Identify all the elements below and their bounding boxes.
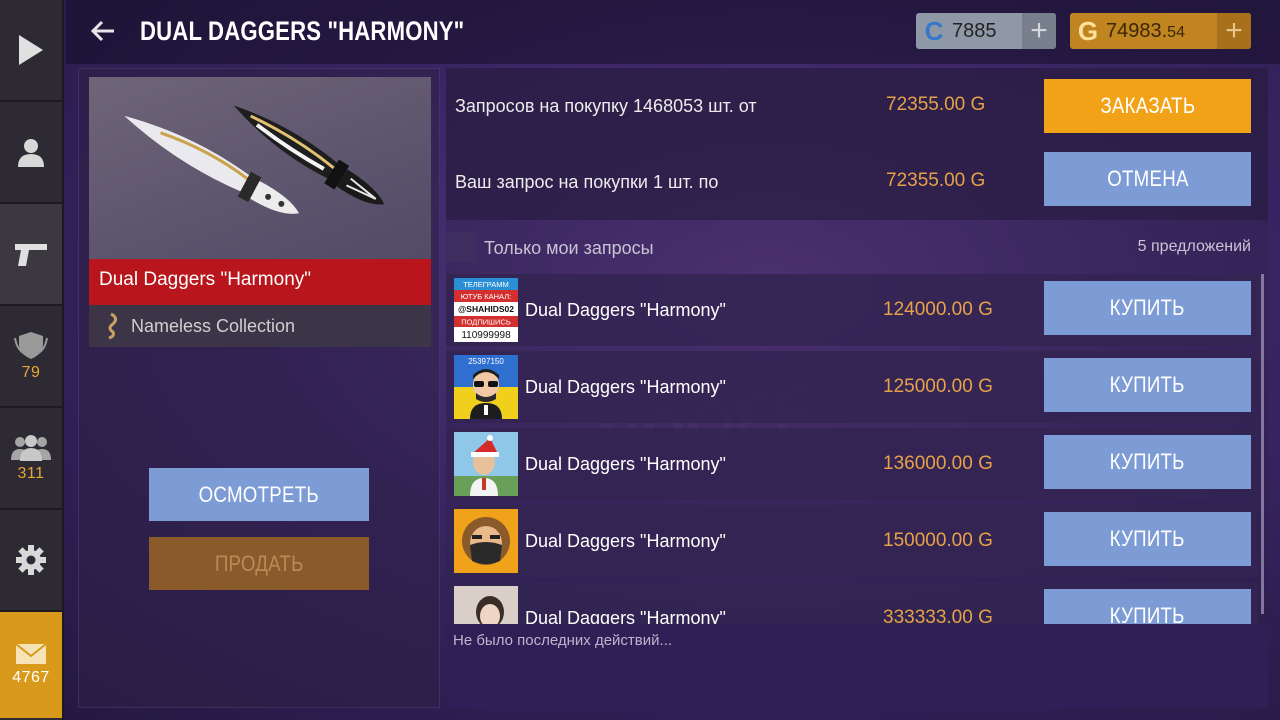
offer-item-name: Dual Daggers "Harmony" xyxy=(525,454,726,474)
filter-row: Только мои запросы 5 предложений xyxy=(446,230,1268,266)
nav-profile[interactable] xyxy=(0,102,62,204)
inspect-button[interactable]: ОСМОТРЕТЬ xyxy=(149,468,369,521)
telegram-banner-avatar: ТЕЛЕГРАММ ЮТУБ КАНАЛ: @SHAHIDS02 ПОДПИШИ… xyxy=(454,278,518,342)
item-panel: Dual Daggers "Harmony" Nameless Collecti… xyxy=(78,68,440,708)
buy-requests-price: 72355.00 G xyxy=(886,94,986,115)
offers-scrollbar[interactable] xyxy=(1261,274,1264,614)
requests-box: Запросов на покупку 1468053 шт. от 72355… xyxy=(446,68,1268,220)
page-title: DUAL DAGGERS "HARMONY" xyxy=(140,16,465,46)
dual-daggers-image xyxy=(124,105,385,214)
seller-avatar xyxy=(454,586,518,624)
offers-count: 5 предложений xyxy=(1137,238,1251,255)
nav-settings[interactable] xyxy=(0,510,62,612)
own-request-price: 72355.00 G xyxy=(886,170,986,191)
activity-log-text: Не было последних действий... xyxy=(453,632,673,649)
credits-icon: C xyxy=(924,15,944,46)
buy-button[interactable]: КУПИТЬ xyxy=(1044,281,1251,335)
activity-log: Не было последних действий... xyxy=(446,624,1268,708)
gold-icon: G xyxy=(1077,15,1099,46)
only-mine-label: Только мои запросы xyxy=(484,238,654,258)
offer-item-name: Dual Daggers "Harmony" xyxy=(525,377,726,397)
nav-mail[interactable]: 4767 xyxy=(0,612,62,718)
collection-icon xyxy=(108,312,118,340)
seller-avatar xyxy=(454,509,518,573)
person-icon xyxy=(18,139,44,167)
svg-text:ПОДПИШИСЬ: ПОДПИШИСЬ xyxy=(461,318,511,327)
offer-item-name: Dual Daggers "Harmony" xyxy=(525,608,726,624)
collection-row: Nameless Collection xyxy=(89,305,431,347)
top-header: DUAL DAGGERS "HARMONY" C 7885 + G 74983.… xyxy=(66,0,1280,64)
buy-button[interactable]: КУПИТЬ xyxy=(1044,358,1251,412)
order-button[interactable]: ЗАКАЗАТЬ xyxy=(1044,79,1251,133)
svg-text:ТЕЛЕГРАММ: ТЕЛЕГРАММ xyxy=(463,280,509,289)
buy-requests-label: Запросов на покупку 1468053 шт. от xyxy=(455,96,757,116)
offer-price: 124000.00 G xyxy=(883,299,993,320)
offer-price: 136000.00 G xyxy=(883,453,993,474)
mail-count: 4767 xyxy=(12,669,50,686)
cancel-request-button[interactable]: ОТМЕНА xyxy=(1044,152,1251,206)
svg-text:@SHAHIDS02: @SHAHIDS02 xyxy=(458,304,514,314)
play-icon xyxy=(19,35,43,65)
offer-row: 25397150 Dual Daggers "Harmony" 125000.0… xyxy=(446,351,1258,423)
offer-row: ТЕЛЕГРАММ ЮТУБ КАНАЛ: @SHAHIDS02 ПОДПИШИ… xyxy=(446,274,1258,346)
side-nav: 79 311 4767 xyxy=(0,0,64,720)
nav-play[interactable] xyxy=(0,0,62,102)
offer-row: Dual Daggers "Harmony" 136000.00 G КУПИТ… xyxy=(446,428,1258,500)
own-request-row: Ваш запрос на покупки 1 шт. по 72355.00 … xyxy=(446,152,1268,212)
market-panel: Запросов на покупку 1468053 шт. от 72355… xyxy=(446,68,1268,708)
nav-inventory[interactable] xyxy=(0,204,62,306)
offer-row: Dual Daggers "Harmony" 333333.00 G КУПИТ… xyxy=(446,582,1258,624)
credits-balance: C 7885 + xyxy=(916,13,1056,49)
collection-name: Nameless Collection xyxy=(131,315,296,336)
gold-balance: G 74983.54 + xyxy=(1070,13,1251,49)
buy-button[interactable]: КУПИТЬ xyxy=(1044,512,1251,566)
pistol-icon xyxy=(15,244,47,266)
nav-friends[interactable]: 311 xyxy=(0,408,62,510)
offer-price: 333333.00 G xyxy=(883,607,993,624)
buy-requests-row: Запросов на покупку 1468053 шт. от 72355… xyxy=(446,76,1268,136)
offer-price: 150000.00 G xyxy=(883,530,993,551)
buy-button[interactable]: КУПИТЬ xyxy=(1044,589,1251,624)
sunglasses-avatar: 25397150 xyxy=(454,355,518,419)
svg-text:25397150: 25397150 xyxy=(468,357,504,366)
people-icon xyxy=(11,435,51,461)
add-credits-button[interactable]: + xyxy=(1022,13,1056,49)
nav-rank[interactable]: 79 xyxy=(0,306,62,408)
seller-avatar: 25397150 xyxy=(454,355,518,419)
offers-list[interactable]: ТЕЛЕГРАММ ЮТУБ КАНАЛ: @SHAHIDS02 ПОДПИШИ… xyxy=(446,274,1264,624)
buy-button[interactable]: КУПИТЬ xyxy=(1044,435,1251,489)
santa-hat-avatar xyxy=(454,432,518,496)
item-name: Dual Daggers "Harmony" xyxy=(89,259,431,305)
back-arrow-icon[interactable] xyxy=(90,18,116,44)
item-card: Dual Daggers "Harmony" Nameless Collecti… xyxy=(89,77,431,347)
rank-count: 79 xyxy=(21,364,41,381)
offer-row: Dual Daggers "Harmony" 150000.00 G КУПИТ… xyxy=(446,505,1258,577)
only-mine-checkbox[interactable] xyxy=(446,232,476,262)
offer-price: 125000.00 G xyxy=(883,376,993,397)
offer-item-name: Dual Daggers "Harmony" xyxy=(525,531,726,551)
shield-icon xyxy=(14,332,48,359)
gold-value: 74983.54 xyxy=(1106,19,1185,42)
own-request-label: Ваш запрос на покупки 1 шт. по xyxy=(455,172,719,192)
add-gold-button[interactable]: + xyxy=(1217,13,1251,49)
photo-avatar xyxy=(454,586,518,624)
friends-count: 311 xyxy=(17,465,45,482)
masked-avatar xyxy=(454,509,518,573)
offer-item-name: Dual Daggers "Harmony" xyxy=(525,300,726,320)
credits-value: 7885 xyxy=(952,19,997,42)
svg-text:110999998: 110999998 xyxy=(461,330,511,341)
seller-avatar xyxy=(454,432,518,496)
svg-text:ЮТУБ КАНАЛ:: ЮТУБ КАНАЛ: xyxy=(461,292,511,301)
gear-icon xyxy=(16,545,46,575)
sell-button[interactable]: ПРОДАТЬ xyxy=(149,537,369,590)
mail-icon xyxy=(15,643,47,664)
seller-avatar: ТЕЛЕГРАММ ЮТУБ КАНАЛ: @SHAHIDS02 ПОДПИШИ… xyxy=(454,278,518,342)
